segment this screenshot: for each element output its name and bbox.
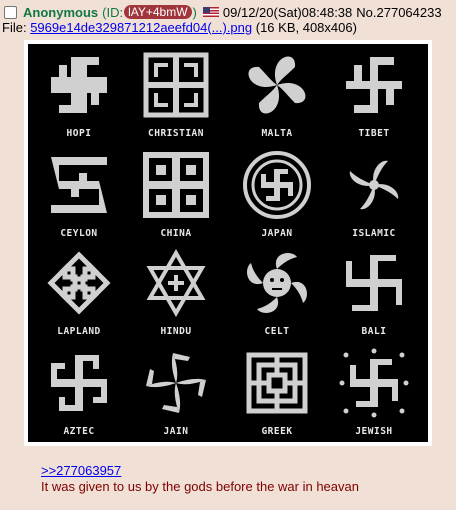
- file-info-line: File: 5969e14de329871212aeefd04(...).png…: [2, 20, 357, 36]
- poster-id-suffix: ): [192, 4, 197, 20]
- poster-name: Anonymous: [23, 4, 99, 20]
- us-flag-icon: [202, 7, 219, 17]
- symbol-label-tibet: TIBET: [358, 128, 389, 139]
- file-link[interactable]: 5969e14de329871212aeefd04(...).png: [30, 20, 252, 35]
- file-details: (16 KB, 408x406): [255, 20, 357, 35]
- poster-id-badge[interactable]: lAY+4bmW: [124, 5, 192, 19]
- symbol-label-japan: JAPAN: [261, 228, 292, 239]
- post-select-checkbox[interactable]: [4, 5, 17, 19]
- symbol-label-lapland: LAPLAND: [57, 326, 101, 337]
- symbol-label-hindu: HINDU: [160, 326, 191, 337]
- post-datetime: 09/12/20(Sat)08:48:38: [222, 4, 353, 20]
- post-number[interactable]: No.277064233: [356, 5, 441, 20]
- symbol-label-ceylon: CEYLON: [60, 228, 97, 239]
- symbol-label-greek: GREEK: [261, 426, 292, 437]
- symbol-label-malta: MALTA: [261, 128, 292, 139]
- file-label: File:: [2, 20, 27, 35]
- symbol-label-jain: JAIN: [164, 426, 189, 437]
- poster-id: (ID: lAY+4bmW ): [102, 5, 197, 20]
- symbol-label-christian: CHRISTIAN: [148, 128, 204, 139]
- post-header: Anonymous (ID: lAY+4bmW ) 09/12/20(Sat)0…: [4, 3, 456, 21]
- symbol-label-hopi: HOPI: [67, 128, 92, 139]
- symbol-label-aztec: AZTEC: [63, 426, 94, 437]
- symbol-label-china: CHINA: [160, 228, 191, 239]
- post-image[interactable]: HOPI CHRISTIAN MALTA TIBET CEYLON CHINA JAPAN I…: [24, 40, 432, 446]
- symbol-label-bali: BALI: [362, 326, 387, 337]
- symbol-aztec: [51, 355, 107, 411]
- symbol-christian: [143, 52, 209, 118]
- post-comment: It was given to us by the gods before th…: [41, 479, 359, 494]
- symbol-label-jewish: JEWISH: [355, 426, 392, 437]
- symbol-chart-image: HOPI CHRISTIAN MALTA TIBET CEYLON CHINA JAPAN I…: [28, 44, 428, 442]
- poster-id-prefix: (ID:: [102, 4, 124, 20]
- symbol-label-islamic: ISLAMIC: [352, 228, 396, 239]
- symbol-label-celt: CELT: [265, 326, 290, 337]
- quote-link[interactable]: >>277063957: [41, 463, 121, 478]
